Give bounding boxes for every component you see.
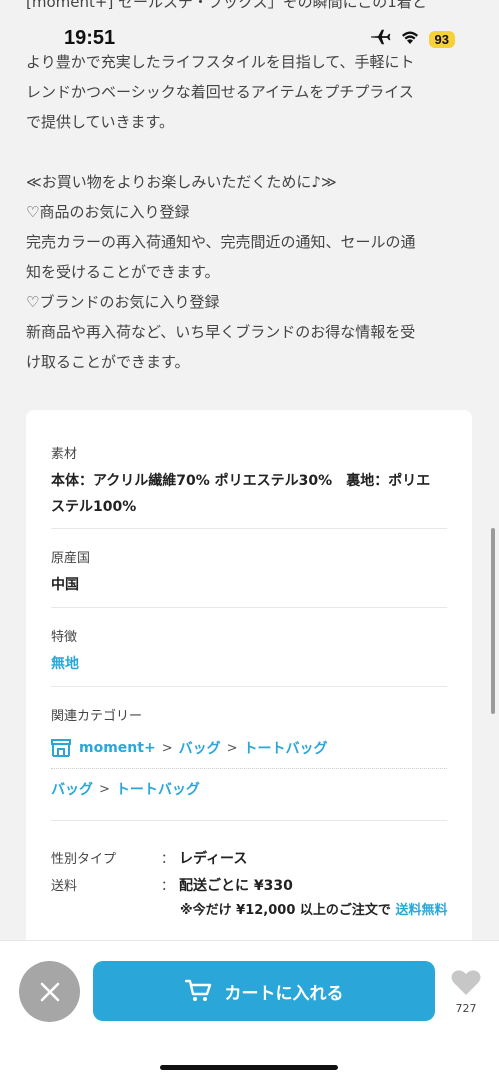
description-line: より豊かで充実したライフスタイルを目指して、手軽にト bbox=[26, 53, 415, 71]
feature-label: 特徴 bbox=[51, 630, 78, 645]
colon: ： bbox=[161, 852, 175, 867]
shipping-row: 送料 ： 配送ごとに ¥330 bbox=[51, 875, 293, 895]
crumb-bag-link[interactable]: バッグ bbox=[179, 738, 221, 758]
gender-key: 性別タイプ bbox=[51, 852, 117, 867]
description-line: 新商品や再入荷など、いち早くブランドのお得な情報を受 bbox=[26, 323, 416, 341]
cart-icon bbox=[184, 979, 213, 1003]
divider bbox=[51, 528, 447, 529]
feature-section: 特徴 無地 bbox=[51, 626, 447, 673]
origin-value: 中国 bbox=[51, 577, 79, 593]
favorite-count: 727 bbox=[455, 1002, 477, 1015]
category-breadcrumb-1: moment+ > バッグ > トートバッグ bbox=[51, 738, 447, 758]
description-line: ≪お買い物をよりお楽しみいただくために♪≫ bbox=[26, 173, 337, 191]
heart-icon bbox=[451, 969, 481, 996]
battery-indicator: 93 bbox=[428, 30, 455, 48]
clipped-text: [moment+] セールスデ・ブックス」その瞬間にこの1着と bbox=[26, 0, 427, 11]
gender-value: レディース bbox=[179, 851, 248, 867]
home-indicator bbox=[160, 1065, 338, 1070]
category-breadcrumb-2-wrap: バッグ > トートバッグ bbox=[51, 779, 447, 799]
origin-label: 原産国 bbox=[51, 551, 91, 566]
material-value-line1: 本体：アクリル繊維70% ポリエステル30% 裏地：ポリエ bbox=[51, 473, 431, 489]
category-label: 関連カテゴリー bbox=[51, 709, 143, 724]
description-line: ♡商品のお気に入り登録 bbox=[26, 203, 190, 221]
category-breadcrumb-2: バッグ > トートバッグ bbox=[51, 779, 447, 799]
add-to-cart-button[interactable]: カートに入れる bbox=[93, 961, 435, 1021]
status-icons: 93 bbox=[369, 28, 455, 50]
description-line: ♡ブランドのお気に入り登録 bbox=[26, 293, 220, 311]
bottom-action-bar: カートに入れる 727 bbox=[0, 940, 499, 1080]
material-section: 素材 本体：アクリル繊維70% ポリエステル30% 裏地：ポリエ ステル100% bbox=[51, 443, 447, 520]
free-shipping-note: ※今だけ ¥12,000 以上のご注文で 送料無料 bbox=[180, 902, 450, 920]
material-value-line2: ステル100% bbox=[51, 499, 137, 515]
product-description: より豊かで充実したライフスタイルを目指して、手軽にト レンドかつベーシックな着回… bbox=[26, 47, 472, 377]
crumb-tote-link[interactable]: トートバッグ bbox=[116, 779, 200, 799]
shop-icon bbox=[51, 739, 71, 757]
free-shipping-link[interactable]: 送料無料 bbox=[395, 903, 447, 918]
favorite-button[interactable]: 727 bbox=[446, 969, 486, 1015]
close-icon bbox=[39, 981, 61, 1003]
crumb-separator: > bbox=[99, 781, 110, 797]
wifi-icon bbox=[400, 29, 420, 49]
dotted-divider bbox=[51, 768, 447, 769]
origin-section: 原産国 中国 bbox=[51, 547, 447, 598]
category-section: 関連カテゴリー moment+ > バッグ > トートバッグ bbox=[51, 705, 447, 758]
colon: ： bbox=[161, 879, 175, 894]
status-bar: [moment+] セールスデ・ブックス」その瞬間にこの1着と 19:51 93 bbox=[0, 0, 499, 49]
note-text: ※今だけ ¥12,000 以上のご注文で bbox=[180, 903, 396, 918]
crumb-separator: > bbox=[161, 740, 173, 756]
divider bbox=[51, 607, 447, 608]
crumb-tote-link[interactable]: トートバッグ bbox=[244, 738, 328, 758]
crumb-separator: > bbox=[226, 740, 238, 756]
cart-button-label: カートに入れる bbox=[224, 983, 344, 1004]
shipping-value: 配送ごとに ¥330 bbox=[179, 878, 293, 894]
shipping-key: 送料 bbox=[51, 879, 78, 894]
close-button[interactable] bbox=[19, 961, 80, 1022]
scrollbar[interactable] bbox=[491, 528, 495, 714]
crumb-brand-link[interactable]: moment+ bbox=[79, 740, 156, 756]
description-line: で提供していきます。 bbox=[26, 113, 175, 131]
spec-card: 素材 本体：アクリル繊維70% ポリエステル30% 裏地：ポリエ ステル100%… bbox=[26, 410, 472, 950]
material-label: 素材 bbox=[51, 447, 78, 462]
crumb-bag-link[interactable]: バッグ bbox=[51, 779, 93, 799]
divider bbox=[51, 686, 447, 687]
status-time: 19:51 bbox=[64, 27, 116, 49]
description-line: 完売カラーの再入荷通知や、完売間近の通知、セールの通 bbox=[26, 233, 416, 251]
feature-link[interactable]: 無地 bbox=[51, 653, 79, 673]
gender-row: 性別タイプ ： レディース bbox=[51, 848, 247, 868]
description-line: 知を受けることができます。 bbox=[26, 263, 220, 281]
divider bbox=[51, 820, 447, 821]
airplane-icon bbox=[369, 28, 391, 50]
description-line: け取ることができます。 bbox=[26, 353, 190, 371]
description-line: レンドかつベーシックな着回せるアイテムをプチプライス bbox=[26, 83, 414, 101]
